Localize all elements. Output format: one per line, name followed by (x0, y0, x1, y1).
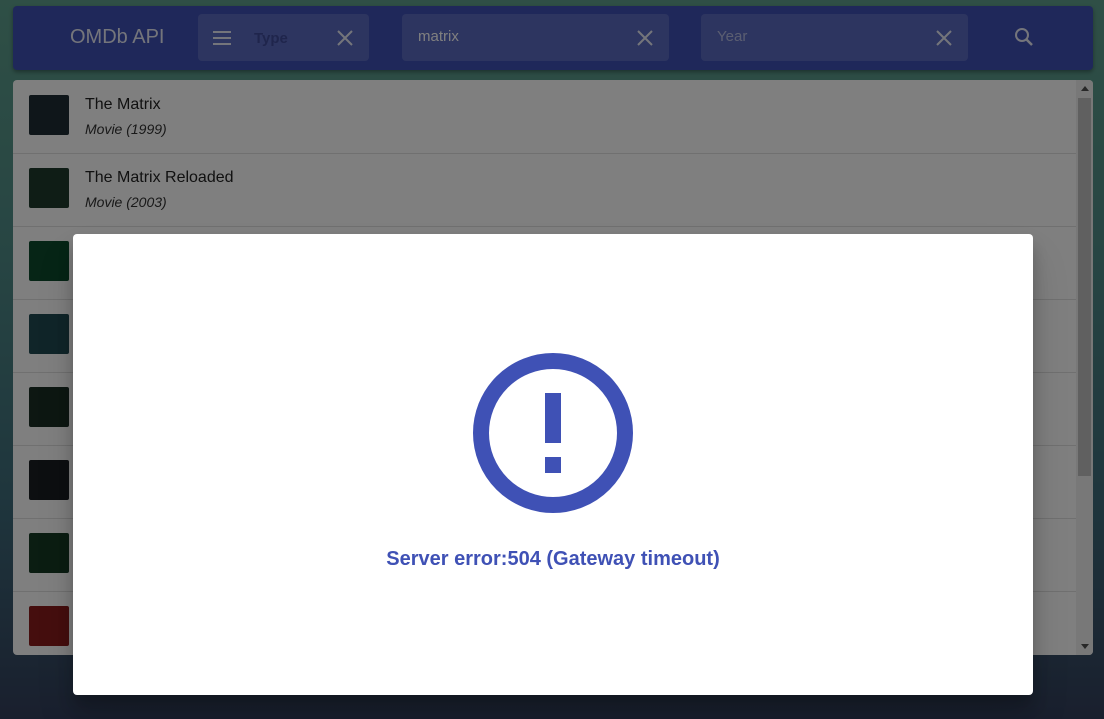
error-dialog: Server error:504 (Gateway timeout) (73, 234, 1033, 695)
alert-circle-icon (473, 353, 633, 513)
error-message: Server error:504 (Gateway timeout) (386, 548, 720, 570)
